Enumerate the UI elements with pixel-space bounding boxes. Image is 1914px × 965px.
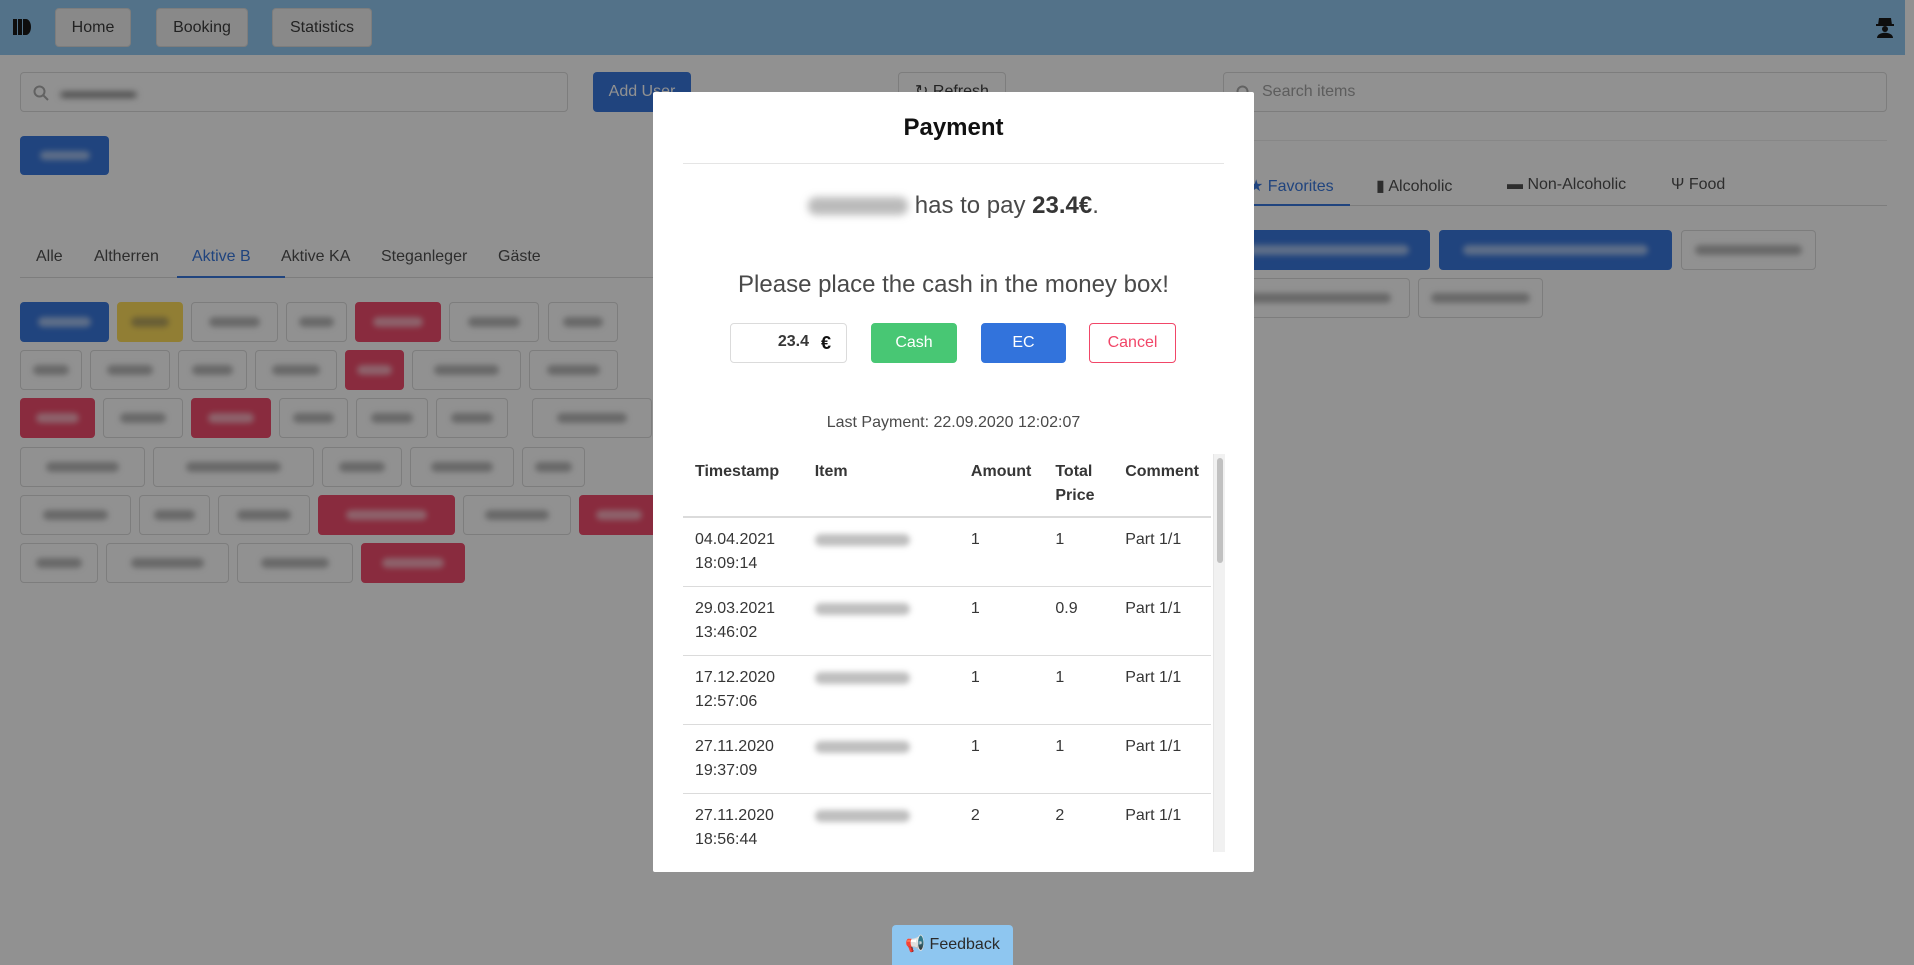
comment-cell: Part 1/1 — [1113, 586, 1211, 656]
comment-cell: Part 1/1 — [1113, 724, 1211, 794]
comment-cell: Part 1/1 — [1113, 517, 1211, 587]
payment-modal: Payment has to pay 23.4€. Please place t… — [653, 92, 1254, 872]
total-cell: 1 — [1043, 517, 1114, 587]
last-payment-info: Last Payment: 22.09.2020 12:02:07 — [826, 414, 1081, 431]
item-cell — [802, 655, 959, 725]
timestamp-cell: 27.11.2020 19:37:09 — [683, 724, 803, 794]
col-total-price: Total Price — [1043, 452, 1114, 518]
timestamp-cell: 04.04.2021 18:09:14 — [683, 517, 803, 587]
table-row: 27.11.2020 19:37:09 1 1 Part 1/1 — [683, 724, 1211, 794]
date: 04.04.2021 — [695, 531, 776, 548]
item-redacted — [814, 741, 910, 753]
date: 27.11.2020 — [695, 807, 774, 824]
timestamp-cell: 17.12.2020 12:57:06 — [683, 655, 803, 725]
time: 12:57:06 — [695, 693, 758, 710]
payment-summary: has to pay 23.4€. — [653, 192, 1254, 220]
amount-cell: 2 — [958, 793, 1044, 852]
timestamp-cell: 29.03.2021 13:46:02 — [683, 586, 803, 656]
amount-cell: 1 — [958, 517, 1044, 587]
pay-end: . — [1092, 192, 1099, 219]
payer-name-redacted — [808, 197, 909, 215]
table-header-row: Timestamp Item Amount Total Price Commen… — [683, 452, 1211, 518]
payment-history-table: Timestamp Item Amount Total Price Commen… — [683, 452, 1224, 852]
pay-amount: 23.4€ — [1032, 192, 1093, 219]
timestamp-cell: 27.11.2020 18:56:44 — [683, 793, 803, 852]
euro-icon: € — [821, 333, 832, 353]
payment-instruction: Please place the cash in the money box! — [738, 271, 1169, 298]
date: 29.03.2021 — [695, 600, 776, 617]
total-cell: 1 — [1043, 724, 1114, 794]
amount-field[interactable]: € — [730, 323, 847, 363]
feedback-label: Feedback — [929, 936, 1000, 953]
item-redacted — [814, 603, 910, 615]
item-cell — [802, 793, 959, 852]
table-row: 27.11.2020 18:56:44 2 2 Part 1/1 — [683, 793, 1211, 852]
col-item: Item — [802, 452, 959, 518]
modal-divider — [683, 163, 1224, 164]
item-redacted — [814, 534, 910, 546]
feedback-button[interactable]: 📢 Feedback — [892, 925, 1013, 965]
amount-cell: 1 — [958, 586, 1044, 656]
table-scrollbar[interactable] — [1213, 454, 1225, 852]
pay-text: has to pay — [914, 192, 1026, 219]
item-cell — [802, 586, 959, 656]
comment-cell: Part 1/1 — [1113, 793, 1211, 852]
table-row: 17.12.2020 12:57:06 1 1 Part 1/1 — [683, 655, 1211, 725]
cancel-button[interactable]: Cancel — [1089, 323, 1176, 363]
modal-title: Payment — [903, 114, 1004, 141]
table-row: 04.04.2021 18:09:14 1 1 Part 1/1 — [683, 517, 1211, 587]
time: 13:46:02 — [695, 624, 758, 641]
time: 19:37:09 — [695, 762, 758, 779]
col-timestamp: Timestamp — [683, 452, 803, 518]
amount-input[interactable] — [737, 333, 809, 351]
date: 27.11.2020 — [695, 738, 774, 755]
ec-button[interactable]: EC — [981, 323, 1066, 363]
col-amount: Amount — [958, 452, 1044, 518]
date: 17.12.2020 — [695, 669, 776, 686]
total-cell: 1 — [1043, 655, 1114, 725]
item-redacted — [814, 810, 910, 822]
megaphone-icon: 📢 — [905, 936, 926, 953]
item-cell — [802, 517, 959, 587]
item-cell — [802, 724, 959, 794]
amount-cell: 1 — [958, 724, 1044, 794]
time: 18:09:14 — [695, 555, 758, 572]
time: 18:56:44 — [695, 831, 758, 848]
total-cell: 0.9 — [1043, 586, 1114, 656]
total-cell: 2 — [1043, 793, 1114, 852]
comment-cell: Part 1/1 — [1113, 655, 1211, 725]
scrollbar-thumb[interactable] — [1217, 458, 1223, 563]
col-comment: Comment — [1113, 452, 1211, 518]
item-redacted — [814, 672, 910, 684]
cash-button[interactable]: Cash — [871, 323, 957, 363]
table-row: 29.03.2021 13:46:02 1 0.9 Part 1/1 — [683, 586, 1211, 656]
amount-cell: 1 — [958, 655, 1044, 725]
